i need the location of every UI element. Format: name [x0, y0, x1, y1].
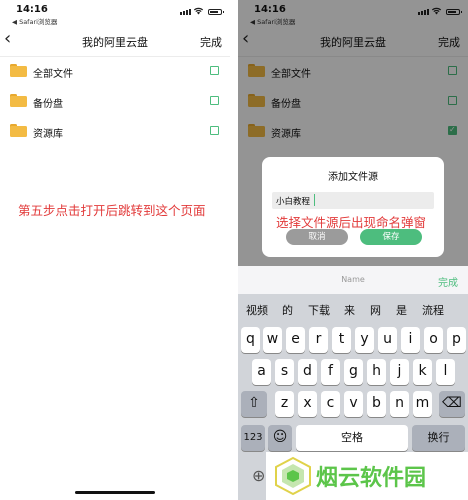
numbers-key[interactable]: 123	[241, 425, 265, 451]
candidate-word[interactable]: 是	[396, 302, 407, 318]
key-v[interactable]: v	[344, 391, 363, 417]
done-button[interactable]: 完成	[200, 34, 222, 50]
key-x[interactable]: x	[298, 391, 317, 417]
status-time: 14:16	[16, 4, 48, 15]
keyboard-done-button[interactable]: 完成	[438, 274, 458, 289]
step-annotation: 第五步点击打开后跳转到这个页面	[18, 203, 206, 218]
key-h[interactable]: h	[367, 359, 386, 385]
folder-label: 全部文件	[33, 69, 73, 80]
key-i[interactable]: i	[401, 327, 420, 353]
candidate-word[interactable]: 来	[344, 302, 355, 318]
return-key[interactable]: 换行	[412, 425, 465, 451]
key-c[interactable]: c	[321, 391, 340, 417]
globe-icon[interactable]: ⊕	[252, 466, 265, 485]
delete-key-icon[interactable]: ⌫	[439, 391, 465, 417]
key-m[interactable]: m	[413, 391, 432, 417]
emoji-key-icon[interactable]: ☺	[268, 425, 292, 451]
back-to-app-link[interactable]: ◀ Safari浏览器	[12, 16, 57, 26]
key-w[interactable]: w	[263, 327, 282, 353]
field-name-label: Name	[341, 275, 365, 284]
key-e[interactable]: e	[286, 327, 305, 353]
battery-icon	[208, 9, 224, 15]
key-r[interactable]: r	[309, 327, 328, 353]
cancel-button[interactable]: 取消	[286, 229, 348, 245]
add-source-dialog: 添加文件源 小白教程 取消 保存	[262, 157, 444, 257]
folder-row-resources[interactable]: 资源库	[0, 116, 230, 146]
key-j[interactable]: j	[390, 359, 409, 385]
wifi-icon	[193, 7, 204, 15]
page-title: 我的阿里云盘	[82, 36, 148, 49]
text-caret	[314, 194, 315, 206]
key-s[interactable]: s	[275, 359, 294, 385]
folder-icon	[10, 124, 27, 137]
keyboard-toolbar: Name 完成	[238, 266, 468, 294]
folder-label: 备份盘	[33, 99, 63, 110]
candidate-word[interactable]: 流程	[422, 302, 444, 318]
key-d[interactable]: d	[298, 359, 317, 385]
candidate-word[interactable]: 网	[370, 302, 381, 318]
key-p[interactable]: p	[447, 327, 466, 353]
source-name-input[interactable]: 小白教程	[272, 192, 434, 209]
folder-row-backup[interactable]: 备份盘	[0, 86, 230, 116]
screen-divider	[230, 0, 238, 500]
right-screen: 14:16 ◀ Safari浏览器 ‹ 我的阿里云盘 完成 全部文件 备份盘 资…	[238, 0, 468, 500]
left-screen: 14:16 ◀ Safari浏览器 ‹ 我的阿里云盘 完成 全部文件 备份盘 资…	[0, 0, 230, 500]
nav-bar: ‹ 我的阿里云盘 完成	[0, 26, 230, 57]
watermark: 烟云软件园	[266, 452, 468, 500]
checkbox[interactable]	[210, 66, 219, 75]
save-button[interactable]: 保存	[360, 229, 422, 245]
key-u[interactable]: u	[378, 327, 397, 353]
candidate-word[interactable]: 的	[282, 302, 293, 318]
source-name-value: 小白教程	[276, 197, 311, 207]
checkbox[interactable]	[210, 96, 219, 105]
key-z[interactable]: z	[275, 391, 294, 417]
key-q[interactable]: q	[241, 327, 260, 353]
key-n[interactable]: n	[390, 391, 409, 417]
folder-icon	[10, 94, 27, 107]
signal-icon	[180, 9, 191, 15]
shift-key-icon[interactable]: ⇧	[241, 391, 267, 417]
candidate-bar: 视频 的 下载 来 网 是 流程	[238, 294, 468, 322]
watermark-logo-icon	[275, 456, 311, 496]
folder-icon	[10, 64, 27, 77]
folder-label: 资源库	[33, 129, 63, 140]
key-y[interactable]: y	[355, 327, 374, 353]
watermark-text: 烟云软件园	[316, 466, 427, 491]
key-l[interactable]: l	[436, 359, 455, 385]
candidate-word[interactable]: 下载	[308, 302, 330, 318]
dialog-title: 添加文件源	[328, 172, 378, 183]
step-annotation: 选择文件源后出现命名弹窗	[276, 215, 427, 230]
key-k[interactable]: k	[413, 359, 432, 385]
key-g[interactable]: g	[344, 359, 363, 385]
key-a[interactable]: a	[252, 359, 271, 385]
checkbox[interactable]	[210, 126, 219, 135]
folder-row-all-files[interactable]: 全部文件	[0, 56, 230, 86]
status-bar: 14:16 ◀ Safari浏览器	[0, 0, 230, 26]
key-b[interactable]: b	[367, 391, 386, 417]
key-o[interactable]: o	[424, 327, 443, 353]
candidate-word[interactable]: 视频	[246, 302, 268, 318]
space-key[interactable]: 空格	[296, 425, 408, 451]
key-t[interactable]: t	[332, 327, 351, 353]
home-indicator	[75, 491, 155, 494]
key-f[interactable]: f	[321, 359, 340, 385]
